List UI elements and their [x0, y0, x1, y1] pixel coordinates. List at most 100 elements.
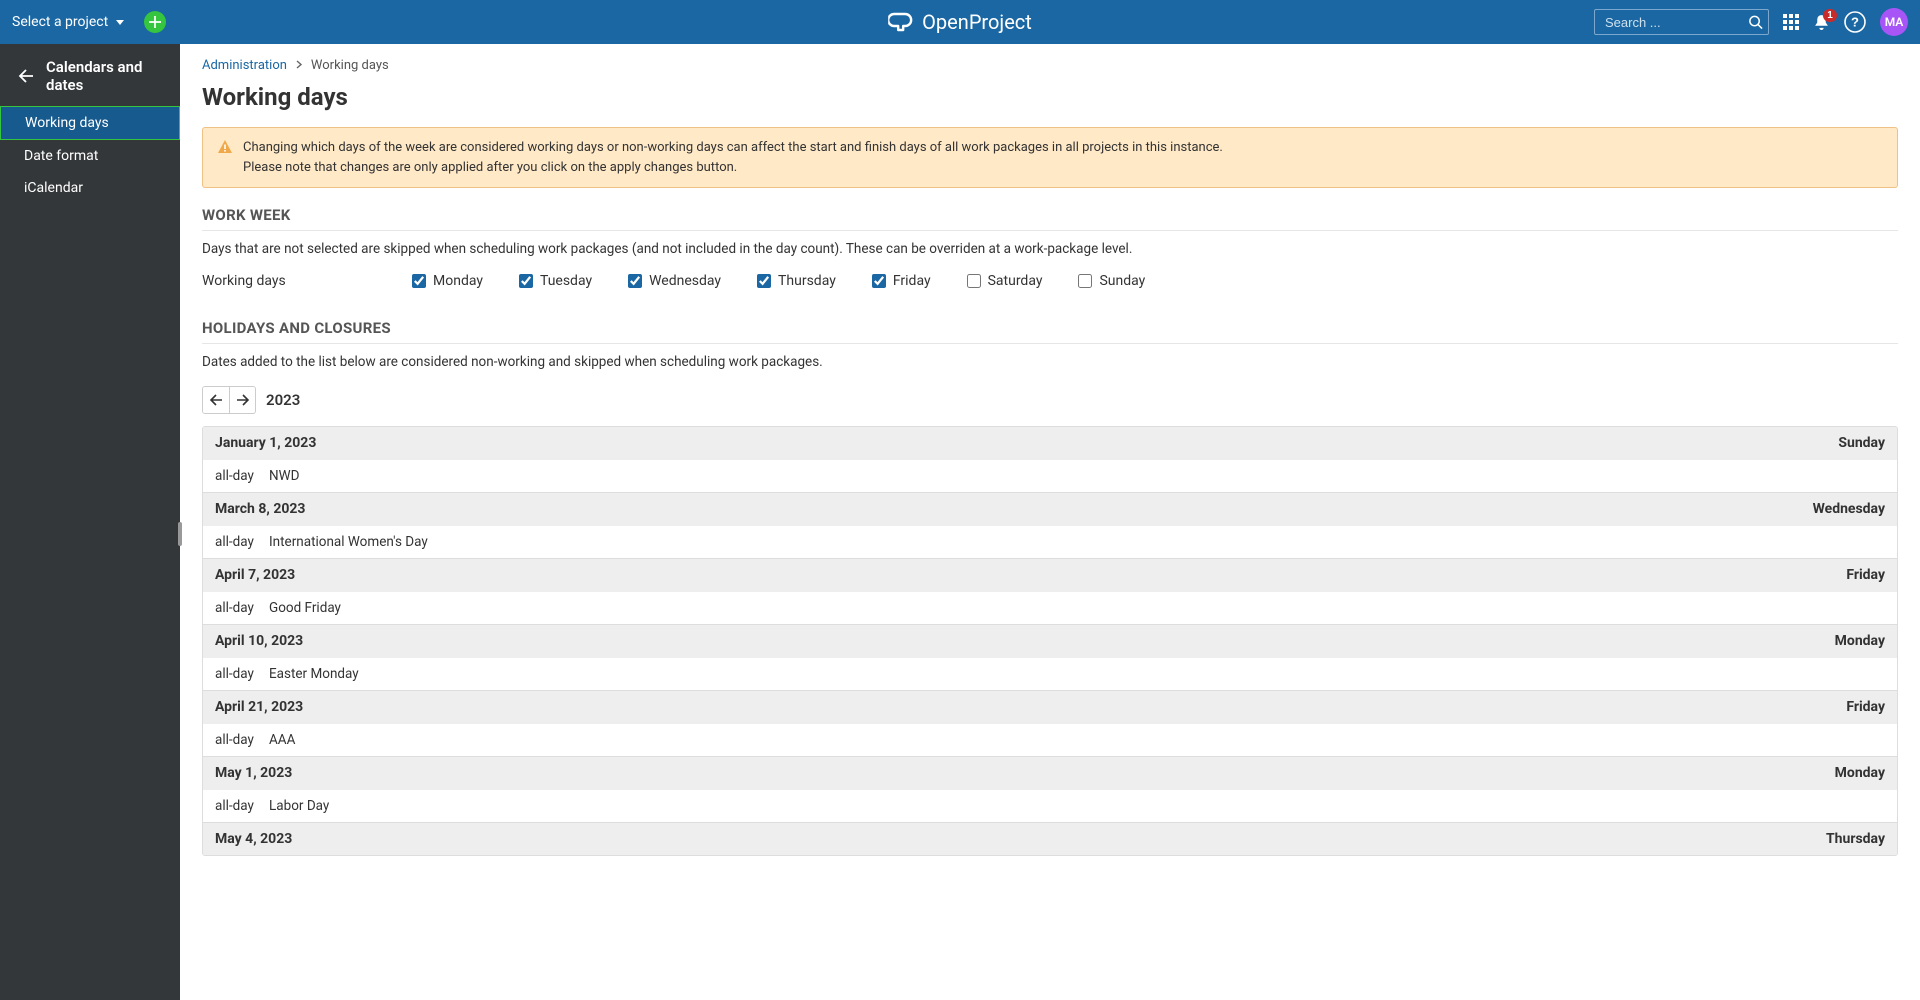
sidebar-item-working-days[interactable]: Working days [0, 106, 180, 140]
breadcrumb-root[interactable]: Administration [202, 58, 287, 73]
holiday-name: International Women's Day [269, 534, 428, 550]
holiday-dayofweek: Monday [1835, 633, 1885, 649]
project-selector-label: Select a project [12, 14, 108, 30]
search-icon [1748, 15, 1763, 30]
checkbox-sunday[interactable] [1078, 274, 1092, 288]
checkbox-saturday[interactable] [967, 274, 981, 288]
year-nav-buttons [202, 386, 256, 414]
warning-line1: Changing which days of the week are cons… [243, 138, 1223, 158]
modules-button[interactable] [1783, 14, 1799, 30]
section-title-workweek: WORK WEEK [202, 206, 1898, 231]
holiday-name: AAA [269, 732, 295, 748]
checkbox-friday[interactable] [872, 274, 886, 288]
holiday-entry-row[interactable]: all-dayLabor Day [203, 789, 1897, 822]
holiday-time: all-day [215, 600, 269, 616]
holiday-time: all-day [215, 468, 269, 484]
arrow-left-icon [209, 394, 223, 406]
project-selector[interactable]: Select a project [12, 14, 124, 30]
holiday-entry-row[interactable]: all-dayInternational Women's Day [203, 525, 1897, 558]
checkbox-tuesday[interactable] [519, 274, 533, 288]
holiday-date: May 1, 2023 [215, 765, 292, 781]
main-content: Administration Working days Working days… [180, 44, 1920, 1000]
day-label: Monday [433, 273, 483, 289]
plus-icon [149, 16, 161, 28]
warning-icon [217, 139, 233, 177]
checkbox-thursday[interactable] [757, 274, 771, 288]
logo-icon [888, 11, 914, 33]
breadcrumb-current: Working days [311, 58, 389, 73]
holiday-time: all-day [215, 732, 269, 748]
day-label: Wednesday [649, 273, 721, 289]
day-checkbox-wednesday[interactable]: Wednesday [628, 273, 721, 289]
holiday-name: NWD [269, 468, 299, 484]
holiday-dayofweek: Thursday [1826, 831, 1885, 847]
sidebar-header: Calendars and dates [0, 44, 180, 106]
notifications-button[interactable]: 1 [1813, 14, 1830, 31]
holiday-time: all-day [215, 534, 269, 550]
holiday-date-row: May 1, 2023 Monday [203, 756, 1897, 789]
checkbox-monday[interactable] [412, 274, 426, 288]
day-checkbox-saturday[interactable]: Saturday [967, 273, 1043, 289]
year-next-button[interactable] [229, 387, 255, 413]
day-checkbox-monday[interactable]: Monday [412, 273, 483, 289]
arrow-left-icon [18, 69, 34, 83]
holiday-dayofweek: Wednesday [1813, 501, 1885, 517]
help-button[interactable]: ? [1844, 11, 1866, 33]
warning-text: Changing which days of the week are cons… [243, 138, 1223, 177]
day-label: Friday [893, 273, 931, 289]
page-title: Working days [202, 83, 1898, 111]
day-checkbox-thursday[interactable]: Thursday [757, 273, 836, 289]
svg-text:?: ? [1851, 15, 1859, 30]
holiday-time: all-day [215, 666, 269, 682]
top-header: Select a project OpenProject 1 ? MA [0, 0, 1920, 44]
holiday-entry-row[interactable]: all-dayAAA [203, 723, 1897, 756]
holiday-date: May 4, 2023 [215, 831, 292, 847]
help-icon: ? [1844, 11, 1866, 33]
holiday-dayofweek: Sunday [1838, 435, 1885, 451]
workweek-row-label: Working days [202, 273, 372, 289]
holiday-date: March 8, 2023 [215, 501, 305, 517]
year-prev-button[interactable] [203, 387, 229, 413]
chevron-down-icon [116, 20, 124, 25]
user-avatar[interactable]: MA [1880, 8, 1908, 36]
back-button[interactable] [18, 69, 34, 83]
day-label: Thursday [778, 273, 836, 289]
holiday-dayofweek: Friday [1846, 567, 1885, 583]
holiday-name: Labor Day [269, 798, 329, 814]
holiday-entry-row[interactable]: all-dayNWD [203, 459, 1897, 492]
year-navigator: 2023 [202, 386, 1898, 414]
day-checkbox-sunday[interactable]: Sunday [1078, 273, 1145, 289]
year-label: 2023 [266, 391, 300, 409]
day-checkbox-tuesday[interactable]: Tuesday [519, 273, 592, 289]
sidebar-resizer[interactable] [178, 522, 182, 546]
app-name: OpenProject [922, 10, 1032, 34]
sidebar: Calendars and dates Working daysDate for… [0, 44, 180, 1000]
holiday-dayofweek: Monday [1835, 765, 1885, 781]
workweek-row: Working days Monday Tuesday Wednesday Thurs… [202, 273, 1898, 289]
day-label: Sunday [1099, 273, 1145, 289]
holiday-date: January 1, 2023 [215, 435, 316, 451]
workweek-description: Days that are not selected are skipped w… [202, 241, 1898, 257]
checkbox-wednesday[interactable] [628, 274, 642, 288]
search-button[interactable] [1748, 15, 1763, 30]
breadcrumb: Administration Working days [202, 58, 1898, 73]
holiday-date: April 7, 2023 [215, 567, 295, 583]
app-logo[interactable]: OpenProject [888, 10, 1032, 34]
header-right: 1 ? MA [1594, 8, 1908, 36]
holiday-date-row: April 7, 2023 Friday [203, 558, 1897, 591]
holiday-entry-row[interactable]: all-dayGood Friday [203, 591, 1897, 624]
sidebar-item-icalendar[interactable]: iCalendar [0, 172, 180, 204]
notification-badge: 1 [1823, 9, 1837, 22]
holiday-date-row: March 8, 2023 Wednesday [203, 492, 1897, 525]
sidebar-item-date-format[interactable]: Date format [0, 140, 180, 172]
holiday-date-row: January 1, 2023 Sunday [203, 427, 1897, 459]
section-title-holidays: HOLIDAYS AND CLOSURES [202, 319, 1898, 344]
search-input[interactable] [1594, 9, 1769, 35]
day-checkbox-friday[interactable]: Friday [872, 273, 931, 289]
holiday-table: January 1, 2023Sundayall-dayNWDMarch 8, … [202, 426, 1898, 856]
holiday-entry-row[interactable]: all-dayEaster Monday [203, 657, 1897, 690]
holiday-date: April 21, 2023 [215, 699, 303, 715]
sidebar-title: Calendars and dates [46, 58, 166, 94]
quick-add-button[interactable] [144, 11, 166, 33]
grid-icon [1783, 14, 1799, 30]
